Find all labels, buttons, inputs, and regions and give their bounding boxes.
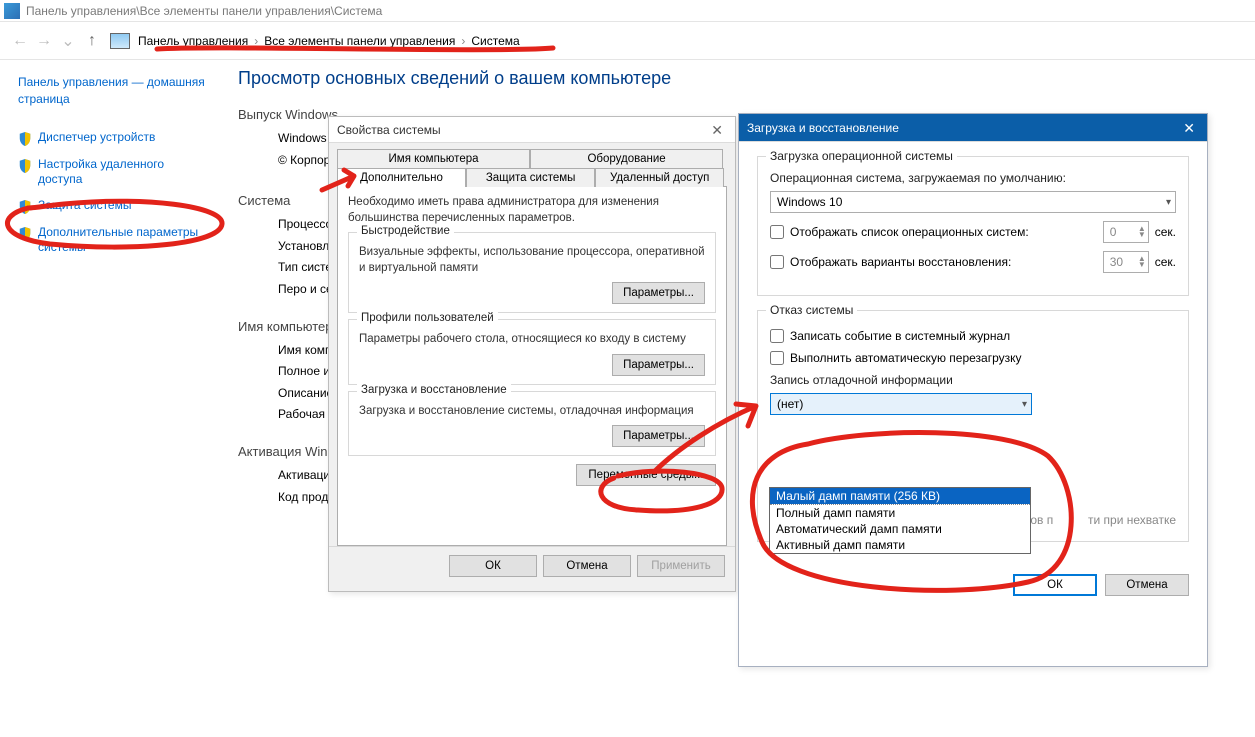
dialog-titlebar[interactable]: Загрузка и восстановление ✕	[739, 114, 1207, 142]
ok-button[interactable]: ОК	[1013, 574, 1097, 596]
checkbox-os-list[interactable]	[770, 225, 784, 239]
admin-note: Необходимо иметь права администратора дл…	[348, 195, 716, 226]
nav-forward: →	[32, 29, 56, 53]
checkbox-label: Записать событие в системный журнал	[790, 329, 1010, 343]
page-title: Просмотр основных сведений о вашем компь…	[238, 68, 1255, 89]
group-header: Быстродействие	[357, 225, 454, 237]
startup-recovery-dialog: Загрузка и восстановление ✕ Загрузка опе…	[738, 113, 1208, 667]
dropdown-option[interactable]: Полный дамп памяти	[770, 504, 1030, 521]
sidebar-link-label: Дополнительные параметры системы	[38, 225, 206, 256]
sidebar-link-remote[interactable]: Настройка удаленного доступа	[18, 157, 206, 188]
checkbox-auto-restart[interactable]	[770, 351, 784, 365]
sidebar-link-advanced[interactable]: Дополнительные параметры системы	[18, 225, 206, 256]
sidebar-link-device-manager[interactable]: Диспетчер устройств	[18, 130, 206, 147]
environment-variables-button[interactable]: Переменные среды...	[576, 464, 716, 486]
breadcrumb-part-2[interactable]: Система	[471, 34, 519, 48]
chevron-down-icon: ▾	[1166, 197, 1171, 208]
tab-computer-name[interactable]: Имя компьютера	[337, 149, 530, 168]
startup-recovery-settings-button[interactable]: Параметры...	[612, 425, 705, 447]
sidebar-home-link[interactable]: Панель управления — домашняя страница	[18, 74, 206, 108]
system-properties-dialog: Свойства системы ✕ Имя компьютера Оборуд…	[328, 116, 736, 592]
sidebar: Панель управления — домашняя страница Ди…	[0, 60, 218, 737]
spinner-icon: ▲▼	[1138, 256, 1146, 268]
group-header: Загрузка операционной системы	[766, 149, 957, 163]
breadcrumb-part-1[interactable]: Все элементы панели управления	[264, 34, 455, 48]
tab-strip: Имя компьютера Оборудование Дополнительн…	[337, 143, 727, 187]
dump-type-combo[interactable]: (нет) ▾	[770, 393, 1032, 415]
os-default-combo[interactable]: Windows 10 ▾	[770, 191, 1176, 213]
shield-icon	[18, 226, 32, 242]
close-icon[interactable]: ✕	[1179, 114, 1199, 142]
numspin-value: 0	[1110, 225, 1117, 239]
nav-back[interactable]: ←	[8, 29, 32, 53]
sidebar-link-label: Защита системы	[38, 198, 131, 214]
window-titlebar: Панель управления\Все элементы панели уп…	[0, 0, 1255, 22]
group-header: Загрузка и восстановление	[357, 384, 511, 396]
numspin-value: 30	[1110, 255, 1123, 269]
tab-advanced[interactable]: Дополнительно	[337, 168, 466, 187]
checkbox-write-log[interactable]	[770, 329, 784, 343]
shield-icon	[18, 199, 32, 215]
recovery-seconds-input: 30 ▲▼	[1103, 251, 1149, 273]
tab-remote[interactable]: Удаленный доступ	[595, 168, 724, 187]
checkbox-recovery-options[interactable]	[770, 255, 784, 269]
group-performance: Быстродействие Визуальные эффекты, испол…	[348, 232, 716, 313]
address-bar[interactable]: Панель управления › Все элементы панели …	[110, 33, 520, 49]
os-list-seconds-input: 0 ▲▼	[1103, 221, 1149, 243]
monitor-icon	[110, 33, 130, 49]
performance-settings-button[interactable]: Параметры...	[612, 282, 705, 304]
sidebar-link-protection[interactable]: Защита системы	[18, 198, 206, 215]
checkbox-label: Выполнить автоматическую перезагрузку	[790, 351, 1022, 365]
os-default-label: Операционная система, загружаемая по умо…	[770, 171, 1176, 185]
spinner-icon: ▲▼	[1138, 226, 1146, 238]
dropdown-option[interactable]: Малый дамп памяти (256 КВ)	[770, 488, 1030, 504]
dialog-title: Загрузка и восстановление	[747, 114, 899, 142]
dialog-titlebar[interactable]: Свойства системы ✕	[329, 117, 735, 143]
disabled-label-tail: ти при нехватке	[1088, 513, 1176, 527]
breadcrumb-sep: ›	[248, 34, 264, 48]
window-title: Панель управления\Все элементы панели уп…	[26, 4, 382, 18]
shield-icon	[18, 158, 32, 174]
checkbox-label: Отображать варианты восстановления:	[790, 255, 1103, 269]
group-startup-recovery: Загрузка и восстановление Загрузка и вос…	[348, 391, 716, 457]
nav-up[interactable]: ↑	[80, 29, 104, 53]
sec-label: сек.	[1155, 255, 1176, 269]
group-desc: Визуальные эффекты, использование процес…	[359, 245, 705, 276]
dump-type-dropdown[interactable]: Малый дамп памяти (256 КВ) Полный дамп п…	[769, 487, 1031, 554]
breadcrumb-sep: ›	[455, 34, 471, 48]
apply-button: Применить	[637, 555, 725, 577]
group-os-startup: Загрузка операционной системы Операционн…	[757, 156, 1189, 296]
group-desc: Загрузка и восстановление системы, отлад…	[359, 404, 705, 420]
combo-value: (нет)	[777, 397, 803, 411]
group-header: Отказ системы	[766, 303, 857, 317]
sec-label: сек.	[1155, 225, 1176, 239]
dropdown-option[interactable]: Активный дамп памяти	[770, 537, 1030, 553]
dump-info-label: Запись отладочной информации	[770, 373, 1176, 387]
combo-value: Windows 10	[777, 195, 842, 209]
cancel-button[interactable]: Отмена	[543, 555, 631, 577]
dialog-title: Свойства системы	[337, 117, 441, 143]
dropdown-option[interactable]: Автоматический дамп памяти	[770, 521, 1030, 537]
ok-button[interactable]: ОК	[449, 555, 537, 577]
close-icon[interactable]: ✕	[707, 117, 727, 143]
nav-recent[interactable]: ⌄	[56, 29, 80, 53]
shield-icon	[18, 131, 32, 147]
profiles-settings-button[interactable]: Параметры...	[612, 354, 705, 376]
group-header: Профили пользователей	[357, 312, 498, 324]
sidebar-link-label: Диспетчер устройств	[38, 130, 155, 146]
tab-protection[interactable]: Защита системы	[466, 168, 595, 187]
breadcrumb-part-0[interactable]: Панель управления	[138, 34, 248, 48]
nav-row: ← → ⌄ ↑ Панель управления › Все элементы…	[0, 22, 1255, 60]
group-profiles: Профили пользователей Параметры рабочего…	[348, 319, 716, 385]
chevron-down-icon: ▾	[1022, 399, 1027, 410]
sidebar-link-label: Настройка удаленного доступа	[38, 157, 206, 188]
tab-body: Необходимо иметь права администратора дл…	[337, 186, 727, 546]
tab-hardware[interactable]: Оборудование	[530, 149, 723, 168]
checkbox-label: Отображать список операционных систем:	[790, 225, 1103, 239]
cancel-button[interactable]: Отмена	[1105, 574, 1189, 596]
group-desc: Параметры рабочего стола, относящиеся ко…	[359, 332, 705, 348]
control-panel-icon	[4, 3, 20, 19]
